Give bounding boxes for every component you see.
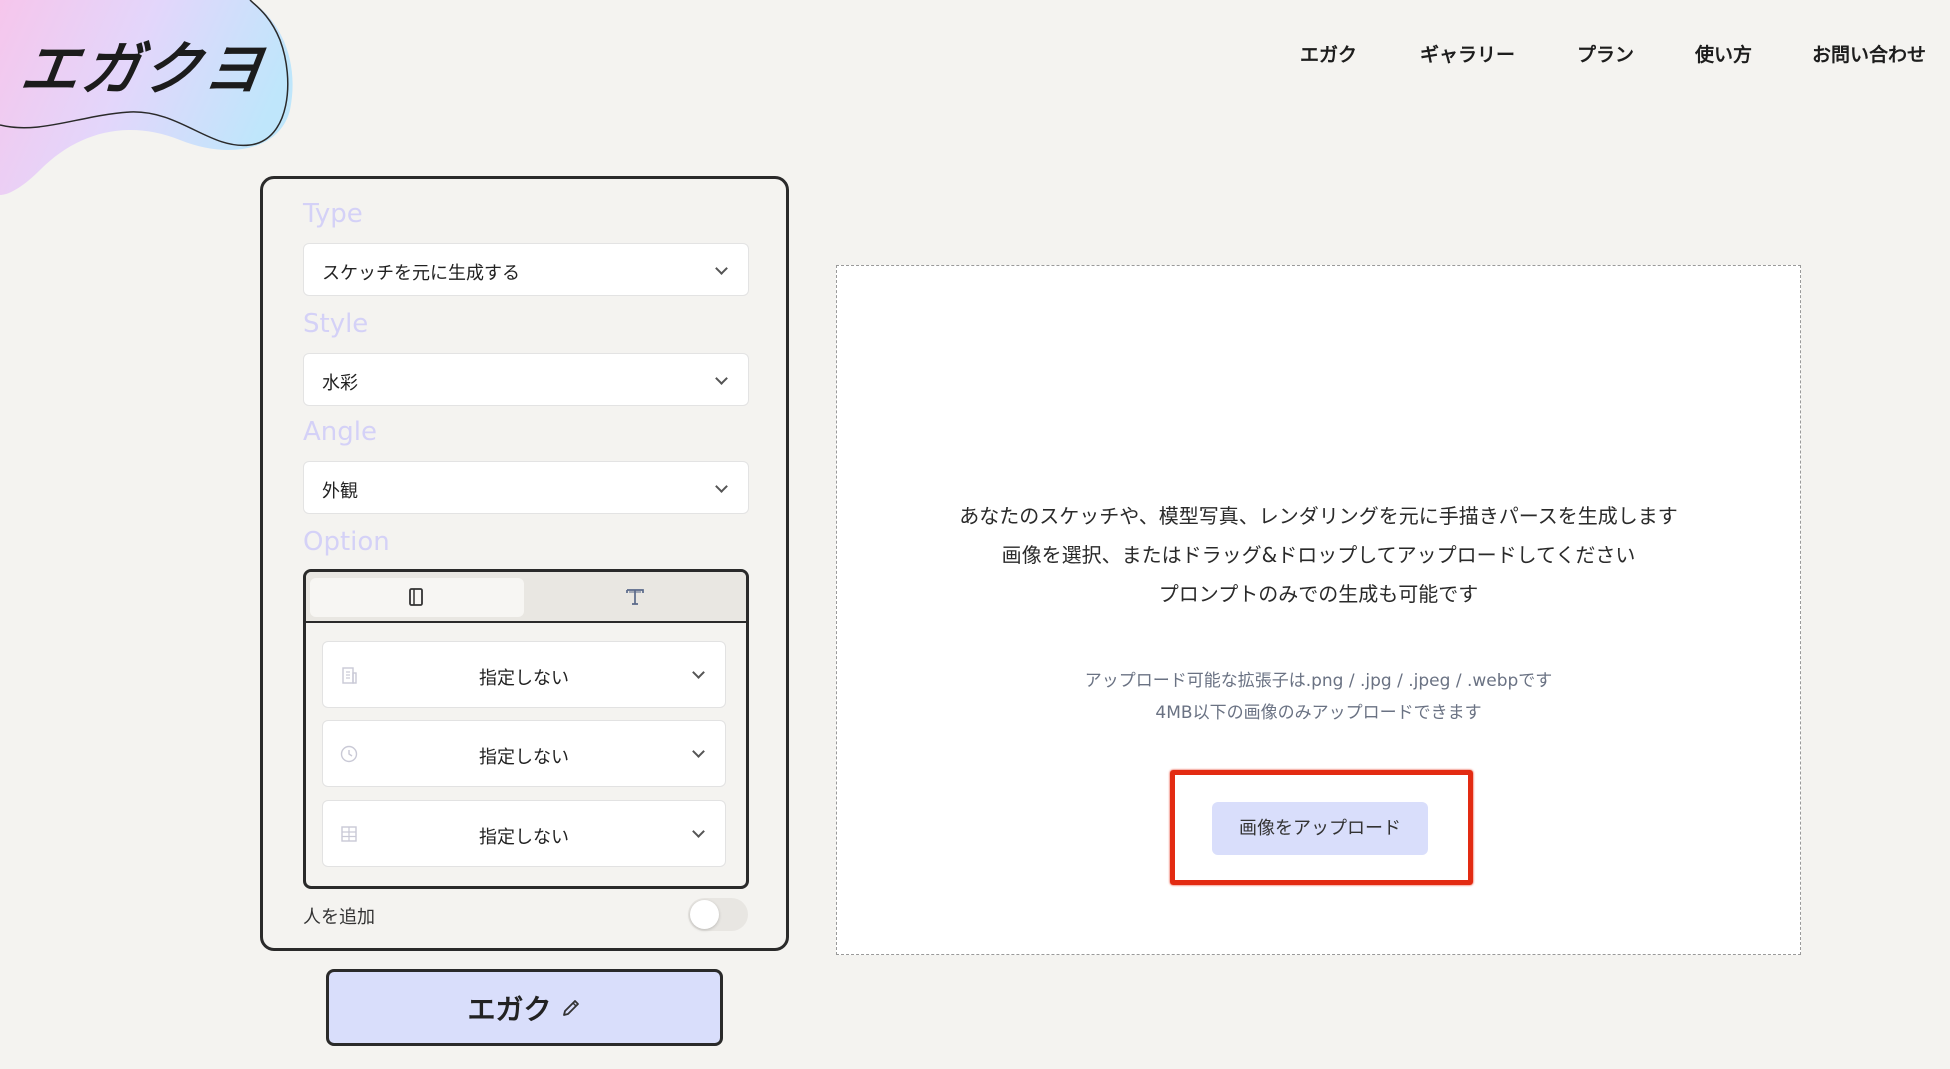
- toggle-knob: [690, 900, 719, 929]
- dropzone-description-3: プロンプトのみでの生成も可能です: [1158, 582, 1479, 606]
- generate-button-label: エガク: [467, 992, 552, 1026]
- option-row-building[interactable]: 指定しない: [322, 641, 726, 708]
- tab-text[interactable]: [528, 578, 742, 617]
- nav-gallery[interactable]: ギャラリー: [1420, 40, 1515, 67]
- angle-select[interactable]: 外観: [303, 461, 749, 514]
- generate-button[interactable]: エガク: [326, 969, 723, 1046]
- type-select-value: スケッチを元に生成する: [322, 263, 520, 284]
- chevron-down-icon: [715, 372, 728, 385]
- dropzone-size-note: 4MB以下の画像のみアップロードできます: [1155, 703, 1482, 723]
- option-tabs: [306, 572, 746, 623]
- text-icon: [626, 589, 644, 605]
- settings-panel: Type スケッチを元に生成する Style 水彩 Angle 外観 Optio…: [260, 176, 789, 951]
- chevron-down-icon: [715, 262, 728, 275]
- logo[interactable]: エガクヨ: [16, 22, 272, 106]
- angle-label: Angle: [303, 417, 377, 447]
- option-box: 指定しない 指定しない 指定しない: [303, 569, 749, 889]
- top-nav: エガク ギャラリー プラン 使い方 お問い合わせ: [1300, 40, 1940, 70]
- option-label: Option: [303, 527, 390, 557]
- option-row-material[interactable]: 指定しない: [322, 800, 726, 867]
- add-person-label: 人を追加: [303, 907, 375, 928]
- nav-egaku[interactable]: エガク: [1300, 40, 1357, 67]
- layout-icon: [409, 588, 423, 606]
- option-row-value: 指定しない: [479, 827, 569, 848]
- dropzone-description-2: 画像を選択、またはドラッグ&ドロップしてアップロードしてください: [1001, 543, 1636, 567]
- style-label: Style: [303, 309, 369, 339]
- style-select-value: 水彩: [322, 373, 358, 394]
- highlight-annotation: [1170, 770, 1473, 885]
- option-row-value: 指定しない: [479, 668, 569, 689]
- nav-plan[interactable]: プラン: [1577, 40, 1634, 67]
- option-row-value: 指定しない: [479, 747, 569, 768]
- nav-contact[interactable]: お問い合わせ: [1812, 40, 1926, 67]
- type-select[interactable]: スケッチを元に生成する: [303, 243, 749, 296]
- dropzone-formats-note: アップロード可能な拡張子は.png / .jpg / .jpeg / .webp…: [1084, 671, 1553, 691]
- angle-select-value: 外観: [322, 481, 358, 502]
- pencil-icon: [562, 999, 579, 1016]
- chevron-down-icon: [715, 480, 728, 493]
- nav-howto[interactable]: 使い方: [1695, 40, 1752, 67]
- dropzone-description-1: あなたのスケッチや、模型写真、レンダリングを元に手描きパースを生成します: [959, 504, 1678, 528]
- style-select[interactable]: 水彩: [303, 353, 749, 406]
- add-person-toggle[interactable]: [688, 898, 748, 931]
- option-row-time[interactable]: 指定しない: [322, 720, 726, 787]
- tab-layout[interactable]: [310, 578, 524, 617]
- type-label: Type: [303, 199, 363, 229]
